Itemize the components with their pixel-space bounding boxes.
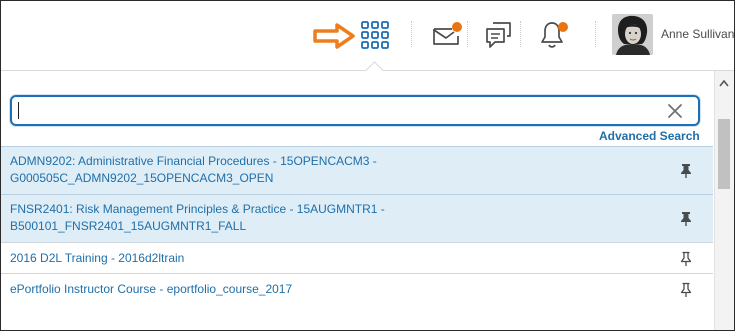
user-avatar[interactable] <box>612 14 653 55</box>
course-row-d2l-training[interactable]: 2016 D2L Training - 2016d2ltrain <box>1 242 713 273</box>
bell-notification-dot <box>558 22 568 32</box>
course-name-line1: 2016 D2L Training - 2016d2ltrain <box>10 251 185 265</box>
scrollbar[interactable] <box>714 71 734 330</box>
pin-filled-icon[interactable] <box>680 163 692 179</box>
course-name[interactable]: 2016 D2L Training - 2016d2ltrain <box>10 250 630 267</box>
course-selector-panel: Advanced Search ADMN9202: Administrative… <box>1 71 734 330</box>
bell-icon[interactable] <box>539 21 571 49</box>
arrow-pointer-icon <box>313 23 355 49</box>
pin-outline-icon[interactable] <box>680 251 692 267</box>
user-name[interactable]: Anne Sullivan <box>661 27 734 41</box>
clear-search-icon[interactable] <box>667 103 683 119</box>
course-row-eportfolio[interactable]: ePortfolio Instructor Course - eportfoli… <box>1 273 713 304</box>
course-name[interactable]: FNSR2401: Risk Management Principles & P… <box>10 201 630 235</box>
advanced-search-link[interactable]: Advanced Search <box>599 129 700 143</box>
text-caret <box>18 102 19 119</box>
avatar-portrait-icon <box>612 14 653 55</box>
course-name-line1: ADMN9202: Administrative Financial Proce… <box>10 154 377 168</box>
course-name[interactable]: ePortfolio Instructor Course - eportfoli… <box>10 281 630 298</box>
mail-notification-dot <box>452 22 462 32</box>
course-name-line1: ePortfolio Instructor Course - eportfoli… <box>10 282 293 296</box>
nav-separator <box>520 21 521 47</box>
pin-filled-icon[interactable] <box>680 211 692 227</box>
nav-separator <box>467 21 468 47</box>
course-name-line2: G000505C_ADMN9202_15OPENCACM3_OPEN <box>10 171 274 185</box>
course-search-input[interactable] <box>20 100 660 121</box>
course-name[interactable]: ADMN9202: Administrative Financial Proce… <box>10 153 630 187</box>
search-box <box>10 95 700 126</box>
course-row-admn9202[interactable]: ADMN9202: Administrative Financial Proce… <box>1 146 713 194</box>
course-grid-icon[interactable] <box>361 21 389 49</box>
top-navbar: Anne Sullivan <box>1 1 734 71</box>
nav-separator <box>595 21 596 47</box>
nav-separator <box>411 21 412 47</box>
course-name-line2: B500101_FNSR2401_15AUGMNTR1_FALL <box>10 219 247 233</box>
chat-icon[interactable] <box>485 21 513 49</box>
course-row-fnsr2401[interactable]: FNSR2401: Risk Management Principles & P… <box>1 194 713 242</box>
course-name-line1: FNSR2401: Risk Management Principles & P… <box>10 202 385 216</box>
screenshot-frame: Anne Sullivan Advanced Search ADMN9202: … <box>0 0 735 331</box>
course-list: ADMN9202: Administrative Financial Proce… <box>1 146 713 304</box>
pin-outline-icon[interactable] <box>680 282 692 298</box>
mail-icon[interactable] <box>432 22 464 46</box>
scrollbar-thumb[interactable] <box>718 119 730 189</box>
scroll-up-arrow-icon[interactable] <box>719 79 729 87</box>
